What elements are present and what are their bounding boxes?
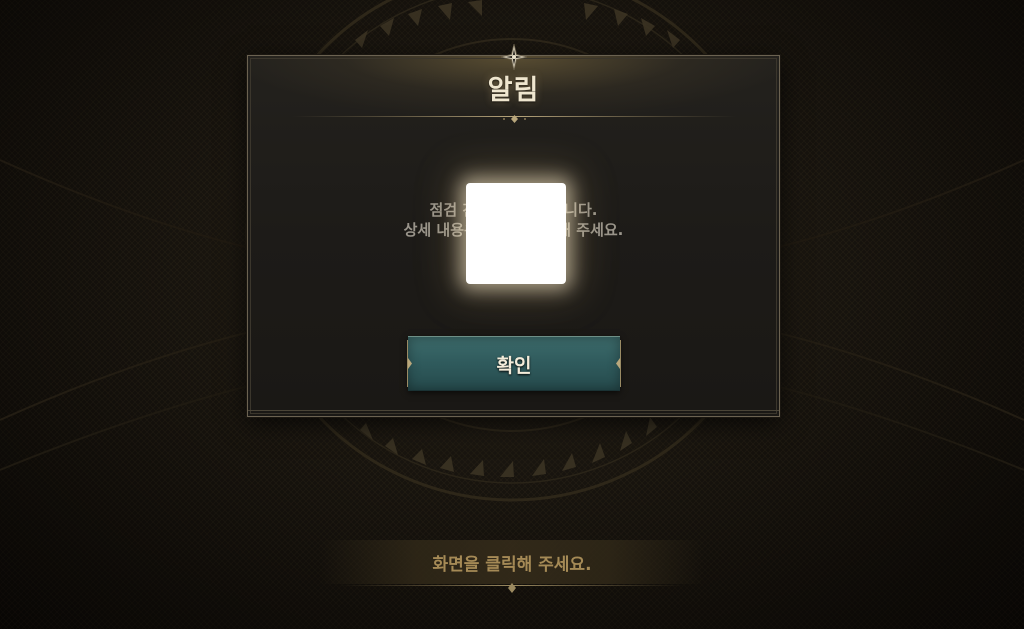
redaction-overlay — [466, 183, 566, 284]
click-hint-text: 화면을 클릭해 주세요. — [432, 555, 592, 575]
confirm-button[interactable]: 확인 — [407, 336, 621, 391]
dialog-bottom-line — [248, 410, 779, 411]
four-point-star-icon — [501, 44, 527, 70]
hint-divider — [340, 583, 684, 593]
notice-dialog: 알림 점검 진행으로 종료됩니다. 상세 내용은 공지를 확인해 주세요. — [247, 44, 780, 417]
title-divider — [292, 115, 737, 123]
dialog-title: 알림 — [487, 75, 540, 106]
game-screen[interactable]: 알림 점검 진행으로 종료됩니다. 상세 내용은 공지를 확인해 주세요. — [0, 0, 1024, 629]
click-hint-banner[interactable]: 화면을 클릭해 주세요. — [320, 540, 704, 584]
confirm-button-label: 확인 — [496, 355, 532, 377]
